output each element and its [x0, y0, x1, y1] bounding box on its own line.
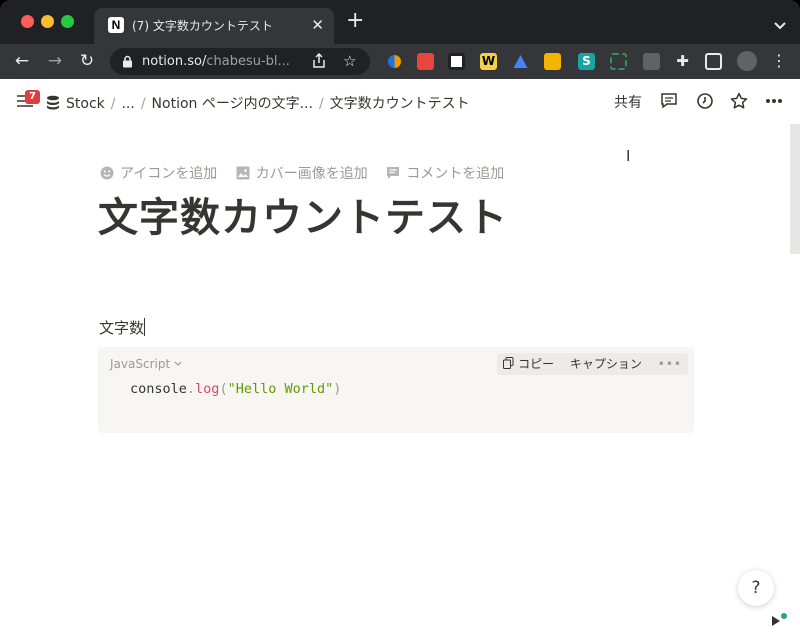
extension-icon[interactable] — [544, 53, 561, 70]
history-clock-icon[interactable] — [695, 91, 715, 111]
chevron-down-icon — [174, 361, 182, 366]
copy-icon — [503, 357, 514, 369]
breadcrumb-parent[interactable]: Notion ページ内の文字... — [152, 96, 313, 112]
notion-favicon-icon: N — [108, 17, 124, 33]
copy-code-button[interactable]: コピー — [497, 353, 560, 375]
help-button[interactable]: ? — [738, 570, 774, 606]
extension-icon[interactable] — [512, 53, 529, 70]
breadcrumb-ellipsis[interactable]: ... — [121, 96, 134, 112]
close-window-button[interactable] — [21, 15, 34, 28]
tab-close-icon[interactable]: ✕ — [311, 16, 324, 34]
back-arrow-icon[interactable]: ← — [11, 50, 33, 72]
page-title[interactable]: 文字数カウントテスト — [98, 185, 508, 243]
forward-arrow-icon[interactable]: → — [44, 50, 66, 72]
breadcrumb-current[interactable]: 文字数カウントテスト — [330, 96, 470, 112]
add-cover-button[interactable]: カバー画像を追加 — [236, 163, 368, 183]
browser-tab-active[interactable]: N (7) 文字数カウントテスト ✕ — [94, 8, 334, 44]
browser-toolbar: ← → ↻ notion.so/chabesu-bl... ☆ W S 1 ✚ … — [0, 44, 800, 118]
browser-tab-strip: N (7) 文字数カウントテスト ✕ + — [0, 0, 800, 44]
extension-icon[interactable] — [643, 53, 660, 70]
reload-icon[interactable]: ↻ — [76, 50, 98, 72]
share-button[interactable]: 共有 — [614, 92, 642, 112]
breadcrumb: Stock /... / Notion ページ内の文字... / 文字数カウントテスト — [46, 93, 470, 113]
tab-title: (7) 文字数カウントテスト — [132, 19, 273, 33]
extension-icon[interactable] — [610, 53, 627, 70]
new-tab-button[interactable]: + — [346, 10, 364, 32]
extension-icon[interactable] — [386, 53, 403, 70]
code-language-select[interactable]: JavaScript — [110, 357, 182, 371]
side-panel-icon[interactable] — [705, 53, 722, 70]
extension-icon[interactable]: W — [480, 53, 497, 70]
extension-icon[interactable]: S — [578, 53, 595, 70]
code-toolbar: コピー キャプション ••• — [497, 353, 688, 375]
tab-search-chevron-icon[interactable] — [774, 15, 786, 34]
minimize-window-button[interactable] — [41, 15, 54, 28]
address-bar[interactable]: notion.so/chabesu-bl... ☆ — [110, 48, 370, 75]
favorite-star-icon[interactable] — [729, 91, 749, 111]
page-header-actions: アイコンを追加 カバー画像を追加 コメントを追加 — [100, 163, 518, 183]
fullscreen-window-button[interactable] — [61, 15, 74, 28]
code-block[interactable]: JavaScript コピー キャプション ••• console.log("H… — [98, 347, 694, 433]
add-comment-button[interactable]: コメントを追加 — [386, 163, 504, 183]
text-cursor-icon: I — [626, 147, 631, 165]
share-page-icon[interactable] — [312, 53, 326, 69]
notion-page: 7 Stock /... / Notion ページ内の文字... / 文字数カウントテスト… — [0, 79, 800, 632]
comment-icon[interactable] — [659, 91, 679, 111]
text-block[interactable]: 文字数 — [99, 317, 146, 338]
caption-button[interactable]: キャプション — [564, 353, 648, 375]
extensions-puzzle-icon[interactable]: ✚ — [674, 53, 691, 70]
code-content[interactable]: console.log("Hello World") — [130, 381, 341, 397]
more-options-icon[interactable] — [764, 91, 784, 111]
page-scrollbar[interactable] — [790, 124, 800, 254]
database-icon — [47, 95, 59, 110]
add-icon-button[interactable]: アイコンを追加 — [100, 163, 217, 183]
breadcrumb-workspace[interactable]: Stock — [66, 96, 105, 112]
extension-icon[interactable] — [417, 53, 434, 70]
bookmark-star-icon[interactable]: ☆ — [343, 52, 356, 70]
text-caret — [144, 318, 146, 336]
smiley-icon — [100, 166, 114, 180]
browser-menu-icon[interactable]: ⋮ — [768, 50, 790, 72]
image-icon — [236, 166, 250, 180]
profile-avatar[interactable] — [737, 51, 757, 71]
url-text: notion.so/chabesu-bl... — [142, 54, 290, 69]
code-more-icon[interactable]: ••• — [652, 353, 688, 375]
extension-icon[interactable] — [448, 53, 465, 70]
ai-assistant-icon[interactable] — [768, 610, 790, 632]
comment-bubble-icon — [387, 167, 400, 179]
notification-badge: 7 — [25, 90, 40, 104]
notion-topbar: 7 Stock /... / Notion ページ内の文字... / 文字数カウントテスト… — [0, 79, 800, 124]
lock-icon — [123, 55, 132, 68]
